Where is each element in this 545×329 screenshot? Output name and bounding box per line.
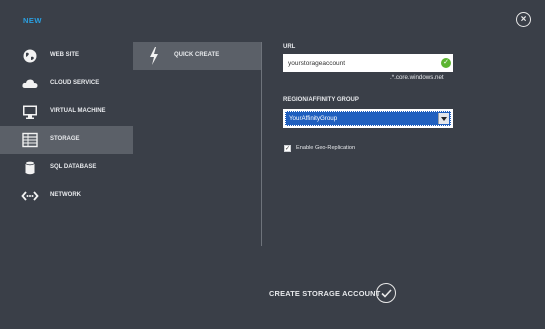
url-suffix: .*.core.windows.net xyxy=(390,74,444,81)
sidebar-item-label: CLOUD SERVICE xyxy=(50,80,100,86)
sidebar-item-cloud-service[interactable]: CLOUD SERVICE xyxy=(0,70,133,98)
database-icon xyxy=(25,160,35,175)
region-label: REGION/AFFINITY GROUP xyxy=(283,97,359,103)
subnav: QUICK CREATE xyxy=(133,42,261,70)
cloud-icon xyxy=(22,79,38,88)
geo-replication-label: Enable Geo-Replication xyxy=(296,145,356,151)
close-button[interactable]: × xyxy=(516,12,531,27)
create-button[interactable] xyxy=(376,283,396,303)
region-select-box[interactable]: YourAffinityGroup xyxy=(285,111,451,126)
subnav-item-label: QUICK CREATE xyxy=(174,52,220,58)
sidebar-item-label: WEB SITE xyxy=(50,52,80,58)
checkmark-icon xyxy=(380,288,392,298)
sidebar-item-network[interactable]: NETWORK xyxy=(0,182,133,210)
valid-check-icon: ✓ xyxy=(441,58,451,68)
sidebar-item-label: STORAGE xyxy=(50,136,80,142)
lightning-icon xyxy=(150,47,158,65)
url-input[interactable] xyxy=(283,54,453,72)
network-icon xyxy=(21,191,39,201)
close-icon: × xyxy=(520,13,527,25)
subnav-item-quick-create[interactable]: QUICK CREATE xyxy=(133,42,261,70)
sidebar-nav: WEB SITE CLOUD SERVICE VIRTUAL MACHINE S… xyxy=(0,42,133,210)
column-divider xyxy=(261,42,262,246)
table-grid-icon xyxy=(22,132,38,148)
chevron-down-icon xyxy=(441,116,447,121)
geo-replication-checkbox[interactable]: ✓ xyxy=(284,145,291,152)
globe-icon xyxy=(23,49,37,63)
dialog-title: NEW xyxy=(23,16,42,25)
region-select-value: YourAffinityGroup xyxy=(289,115,338,122)
url-label: URL xyxy=(283,44,296,50)
sidebar-item-sql-database[interactable]: SQL DATABASE xyxy=(0,154,133,182)
sidebar-item-label: VIRTUAL MACHINE xyxy=(50,108,106,114)
sidebar-item-virtual-machine[interactable]: VIRTUAL MACHINE xyxy=(0,98,133,126)
sidebar-item-web-site[interactable]: WEB SITE xyxy=(0,42,133,70)
sidebar-item-storage[interactable]: STORAGE xyxy=(0,126,133,154)
sidebar-item-label: NETWORK xyxy=(50,192,81,198)
dropdown-arrow-button[interactable] xyxy=(438,113,449,124)
monitor-icon xyxy=(23,105,37,119)
sidebar-item-label: SQL DATABASE xyxy=(50,164,97,170)
create-storage-account-label: CREATE STORAGE ACCOUNT xyxy=(269,289,381,298)
region-select[interactable]: YourAffinityGroup xyxy=(283,109,453,128)
